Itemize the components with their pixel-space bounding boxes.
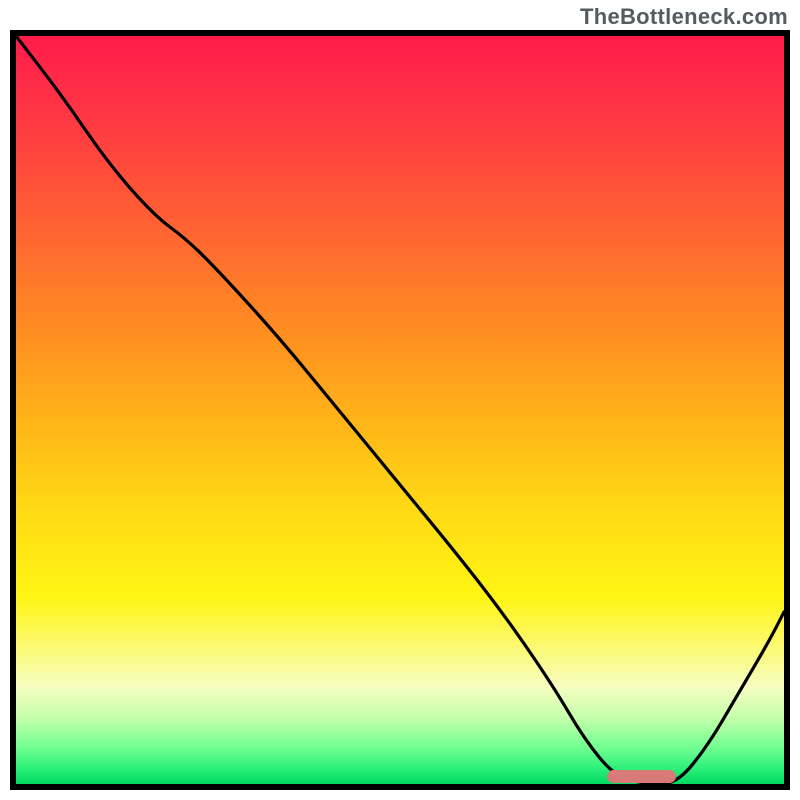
plot-frame: [10, 30, 790, 790]
optimal-range-marker: [607, 770, 676, 783]
chart-container: TheBottleneck.com: [0, 0, 800, 800]
curve-svg: [16, 36, 784, 784]
watermark-text: TheBottleneck.com: [580, 4, 788, 30]
bottleneck-curve: [16, 36, 784, 784]
